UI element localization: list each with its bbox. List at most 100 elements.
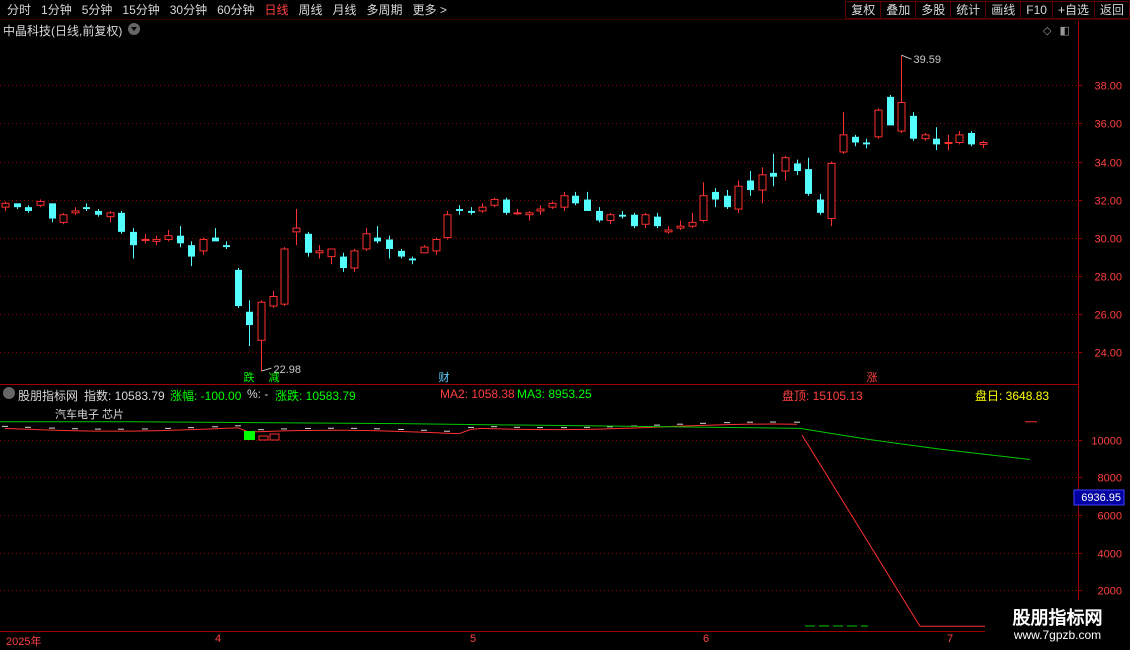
candle-body-up [676,225,685,229]
event-marker: 涨 [867,371,878,384]
up-down-value: 涨跌: 10583.79 [275,389,356,403]
event-marker: 跌 [244,370,255,384]
candle-body-down [817,199,824,213]
site-watermark: 股朋指标网 www.7gpzb.com [985,600,1130,650]
candle-body-down [794,163,801,172]
candle-body-up [269,296,278,307]
price-tick-label: 30.00 [1094,234,1122,246]
candle-body-up [955,134,964,143]
kline-chart[interactable]: 38.00 36.00 34.00 32.00 30.00 28.00 26.00 24.00… [0,0,1130,650]
candle-body-down [468,210,475,213]
current-value-label: 6936.95 [1081,492,1121,504]
candle-body-up [443,214,452,239]
candle-body-down [456,209,463,211]
candle-body-up [420,246,429,254]
signal-box-red [258,435,269,441]
candle-body-up [315,250,324,254]
price-tick-label: 34.00 [1094,158,1122,170]
indicator-menu-icon[interactable] [3,387,15,399]
date-axis: 2025年 4 5 6 7 [0,631,1130,650]
candle-body-up [362,233,371,250]
price-tick-label: 36.00 [1094,119,1122,131]
price-tick-label: 28.00 [1094,272,1122,284]
event-marker: 减 [269,371,280,384]
candle-body-up [874,109,883,138]
candle-body-up [350,250,359,269]
x-label-june: 6 [703,633,710,645]
candle-body-up [525,212,534,216]
candle-body-down [770,172,777,177]
candle-body-up [71,210,80,214]
candle-body-down [374,237,381,242]
candle-body-up [513,212,522,215]
high-marker-line [901,54,912,60]
candle-body-up [758,174,767,191]
candle-body-up [292,227,301,233]
candle-body-down [177,235,184,244]
index-value: 指数: 10583.79 [84,389,165,403]
candle-body-down [223,245,230,248]
candle-body-up [432,238,441,252]
candle-body-down [863,142,870,145]
candle-body-down [235,269,242,307]
candle-body-up [781,157,790,172]
candle-body-down [83,207,90,210]
index-collapse-line [801,434,985,627]
candle-body-up [839,134,848,153]
candle-body-down [619,214,626,217]
signal-box-green [244,431,255,440]
candle-body-up [699,195,708,221]
candle-body-down [14,203,21,208]
event-marker: 财 [439,370,450,384]
sub-tick-label: 10000 [1091,436,1122,448]
candle-body-down [305,233,312,253]
x-label-april: 4 [215,633,222,645]
price-tick-label: 24.00 [1094,348,1122,360]
candle-body-down [631,214,638,227]
candle-body-down [212,237,219,242]
sub-tick-label: 2000 [1098,586,1122,598]
candle-body-up [979,141,988,145]
day-value: 盘日: 3648.83 [975,389,1050,403]
watermark-title: 股朋指标网 [1012,608,1103,628]
candle-body-up [478,206,487,212]
candle-body-down [572,195,579,204]
candle-body-down [386,239,393,249]
candle-body-down [409,258,416,261]
candle-body-down [118,212,125,232]
candle-body-down [724,195,731,208]
candle-body-up [664,229,673,233]
candle-body-down [584,199,591,211]
candle-body-up [827,162,836,220]
candle-body-down [188,245,195,257]
candle-body-up [490,199,499,206]
sub-tick-label: 8000 [1098,473,1122,485]
candle-body-down [910,115,917,139]
candle-body-down [654,216,661,227]
ma3-value: MA3: 8953.25 [517,387,592,401]
candle-body-up [1,202,10,208]
pct-value: %: - [247,387,269,401]
x-label-may: 5 [470,633,477,645]
candle-body-down [246,311,253,326]
x-label-year: 2025年 [6,636,42,648]
candle-body-up [548,202,557,208]
price-tick-label: 26.00 [1094,310,1122,322]
candle-body-up [106,212,115,218]
candle-body-down [887,96,894,126]
indicator-legend: 股朋指标网 指数: 10583.79 涨幅: -100.00 %: - 涨跌: … [0,386,1080,403]
candle-body-up [944,141,953,144]
candle-body-up [152,238,161,242]
candle-body-down [596,210,603,221]
candle-body-up [164,235,173,240]
candle-body-down [503,199,510,213]
candle-body-down [747,180,754,191]
price-tick-label: 32.00 [1094,196,1122,208]
candle-body-up [560,195,569,208]
candle-body-up [688,221,697,227]
sector-tag-label: 汽车电子 芯片 [55,407,124,421]
watermark-url: www.7gpzb.com [1013,628,1102,642]
candle-body-down [852,136,859,143]
candle-body-down [95,210,102,215]
candle-body-up [536,208,545,212]
